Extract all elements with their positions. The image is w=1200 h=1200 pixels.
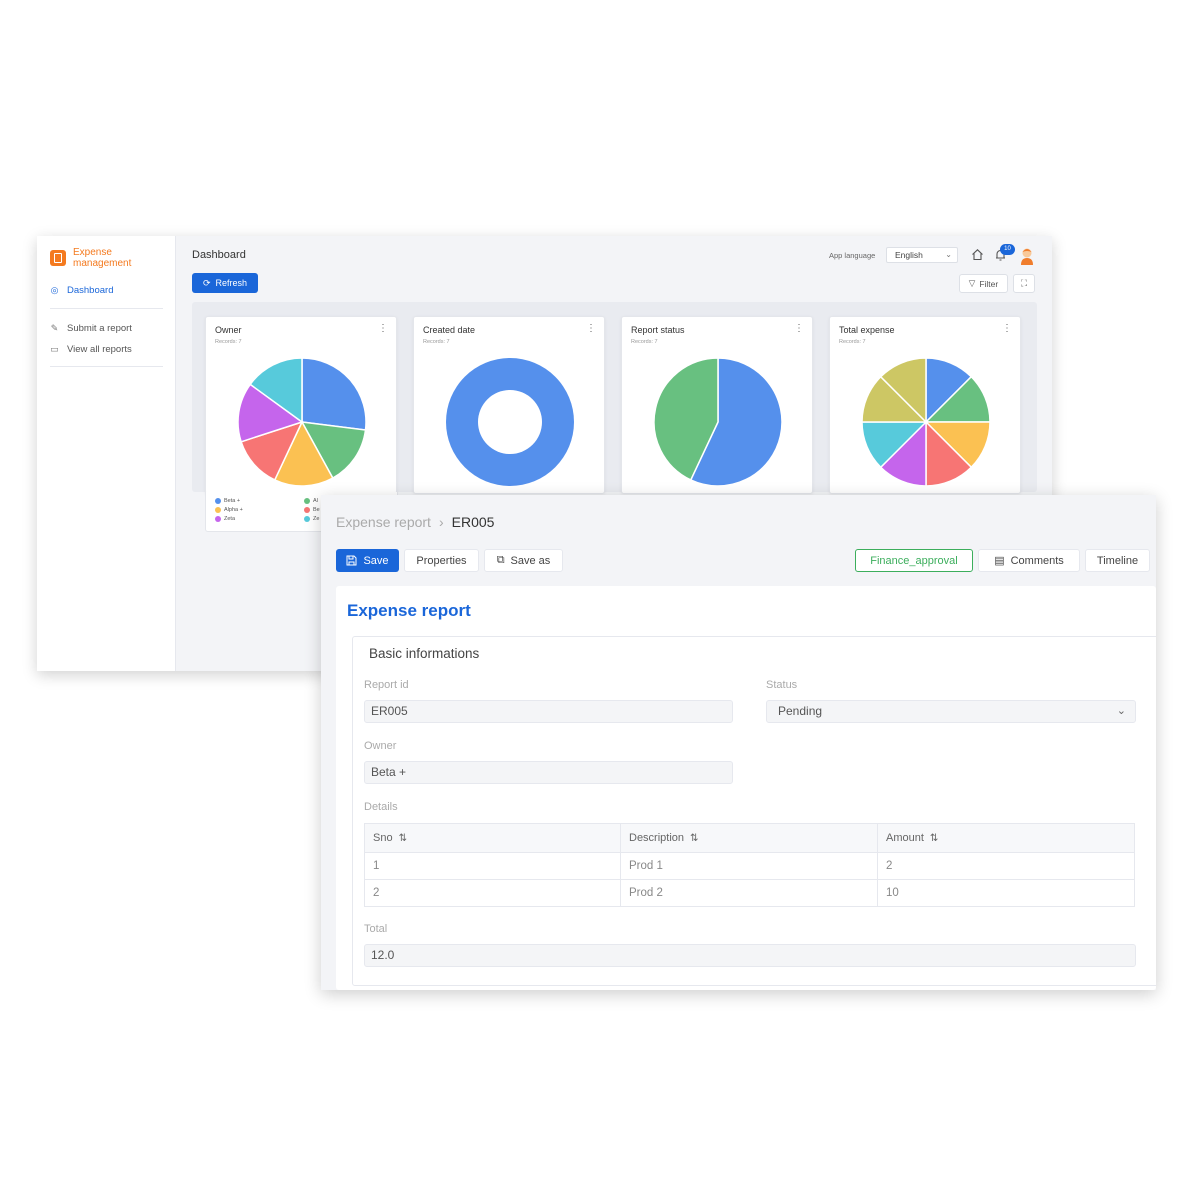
card-subtitle: Records: 7 [631, 339, 658, 345]
chart-card-owner: Owner Records: 7 ⋮ [205, 316, 397, 494]
cell-sno: 1 [364, 852, 621, 880]
card-title: Report status [631, 325, 685, 335]
sidebar-item-label: Dashboard [67, 284, 114, 296]
chevron-down-icon: ⌄ [945, 250, 952, 259]
report-id-label: Report id [364, 679, 409, 691]
chevron-down-icon: ⌄ [1116, 705, 1126, 717]
basic-info-section: Basic informations Report id ER005 Statu… [352, 636, 1156, 986]
cell-amount: 2 [877, 852, 1135, 880]
save-icon [346, 555, 357, 566]
cell-description: Prod 2 [620, 879, 878, 907]
donut-hole [478, 390, 542, 454]
copy-icon: ⧉ [496, 554, 505, 566]
breadcrumb: Expense report › ER005 [336, 514, 494, 530]
sort-icon: ⇅ [690, 833, 699, 844]
owner-field[interactable]: Beta + [364, 761, 733, 784]
column-header-description[interactable]: Description ⇅ [620, 823, 878, 853]
sort-icon: ⇅ [929, 833, 939, 844]
owner-label: Owner [364, 740, 397, 752]
details-table: Sno ⇅ Description ⇅ Amount ⇅ 1 Prod 1 2 2 P… [364, 823, 1135, 907]
cell-amount: 10 [877, 879, 1135, 907]
properties-button[interactable]: Properties [404, 549, 479, 572]
pie-slice [301, 357, 367, 431]
chart-card-report-status: Report status Records: 7 ⋮ [621, 316, 813, 494]
sidebar-item-submit-report[interactable]: ✎ Submit a report [50, 321, 132, 335]
expand-icon: ⛶ [1020, 278, 1028, 288]
filter-button[interactable]: ▽ Filter [959, 274, 1008, 293]
sidebar: Expense management ◎ Dashboard ✎ Submit … [37, 236, 176, 671]
cell-sno: 2 [364, 879, 621, 907]
column-header-sno[interactable]: Sno ⇅ [364, 823, 621, 853]
home-icon[interactable] [971, 248, 984, 261]
pie-chart-owner [237, 357, 367, 487]
avatar[interactable] [1019, 247, 1035, 265]
finance-approval-button[interactable]: Finance_approval [855, 549, 973, 572]
chart-card-total-expense: Total expense Records: 7 ⋮ [829, 316, 1021, 494]
legend-item: Ze [304, 516, 319, 522]
status-select[interactable]: Pending ⌄ [766, 700, 1136, 723]
column-header-amount[interactable]: Amount ⇅ [877, 823, 1135, 853]
sidebar-item-view-reports[interactable]: ▭ View all reports [50, 342, 132, 356]
fullscreen-button[interactable]: ⛶ [1013, 274, 1035, 293]
card-title: Owner [215, 325, 242, 335]
sort-icon: ⇅ [398, 833, 407, 844]
legend-item: Beta + [215, 498, 240, 504]
status-label: Status [766, 679, 798, 691]
refresh-icon: ⟳ [202, 277, 211, 288]
breadcrumb-current: ER005 [451, 514, 495, 530]
save-as-button[interactable]: ⧉ Save as [484, 549, 563, 572]
breadcrumb-parent[interactable]: Expense report [336, 514, 431, 530]
app-logo-icon [50, 250, 66, 266]
chevron-right-icon: › [438, 514, 444, 530]
legend-item: Alpha + [215, 507, 243, 513]
pie-chart-total-expense [861, 357, 991, 487]
refresh-button[interactable]: ⟳ Refresh [192, 273, 258, 293]
timeline-button[interactable]: Timeline [1085, 549, 1150, 572]
app-language-label: App language [829, 251, 876, 260]
pie-chart-report-status [653, 357, 783, 487]
legend-item: Zeta [215, 516, 235, 522]
more-vertical-icon[interactable]: ⋮ [586, 323, 596, 334]
pencil-icon: ✎ [50, 322, 59, 333]
table-row[interactable]: 1 Prod 1 2 [364, 852, 1135, 880]
filter-icon: ▽ [968, 278, 976, 288]
card-subtitle: Records: 7 [215, 339, 242, 345]
sidebar-item-dashboard[interactable]: ◎ Dashboard [50, 283, 114, 297]
card-title: Total expense [839, 325, 895, 335]
sidebar-item-label: Submit a report [67, 322, 132, 334]
folder-icon: ▭ [50, 343, 59, 354]
page-title: Dashboard [192, 249, 246, 261]
table-header-row: Sno ⇅ Description ⇅ Amount ⇅ [364, 823, 1135, 853]
sidebar-item-label: View all reports [67, 343, 132, 355]
cell-description: Prod 1 [620, 852, 878, 880]
more-vertical-icon[interactable]: ⋮ [378, 323, 388, 334]
card-subtitle: Records: 7 [423, 339, 450, 345]
more-vertical-icon[interactable]: ⋮ [1002, 323, 1012, 334]
language-select[interactable]: English ⌄ [886, 247, 958, 263]
more-vertical-icon[interactable]: ⋮ [794, 323, 804, 334]
total-label: Total [364, 923, 388, 935]
sidebar-divider [50, 308, 163, 309]
legend-item: Be [304, 507, 320, 513]
sidebar-divider [50, 366, 163, 367]
report-id-field[interactable]: ER005 [364, 700, 733, 723]
form-panel: Expense report Basic informations Report… [336, 586, 1156, 990]
comments-button[interactable]: ▤ Comments [978, 549, 1080, 572]
table-row[interactable]: 2 Prod 2 10 [364, 879, 1135, 907]
notification-badge: 10 [1000, 244, 1015, 255]
legend-item: Al [304, 498, 318, 504]
card-subtitle: Records: 7 [839, 339, 866, 345]
form-title: Expense report [347, 601, 471, 620]
save-button[interactable]: Save [336, 549, 399, 572]
comment-icon: ▤ [994, 555, 1005, 567]
section-title: Basic informations [369, 646, 480, 661]
donut-chart-created-date [446, 358, 574, 486]
expense-report-window: Expense report › ER005 Save Properties ⧉… [321, 495, 1156, 990]
total-field[interactable]: 12.0 [364, 944, 1136, 967]
chart-card-created-date: Created date Records: 7 ⋮ [413, 316, 605, 494]
details-label: Details [364, 801, 398, 813]
app-name: Expense management [73, 247, 132, 269]
globe-icon: ◎ [50, 284, 59, 295]
card-title: Created date [423, 325, 476, 335]
